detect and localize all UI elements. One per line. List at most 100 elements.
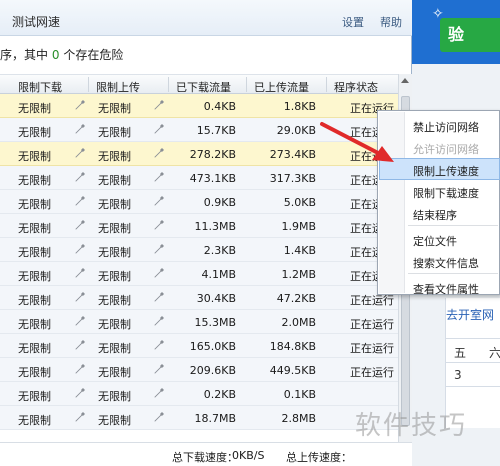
uploaded-cell: 2.8MB <box>281 412 316 425</box>
ul-limit-cell: 无限制 <box>98 366 131 379</box>
table-row[interactable]: 无限制 无限制 209.6KB 449.5KB 正在运行 <box>0 358 398 382</box>
column-header-ul-limit[interactable]: 限制上传 <box>96 79 140 95</box>
wrench-icon[interactable] <box>153 171 165 183</box>
wrench-icon[interactable] <box>153 291 165 303</box>
help-link[interactable]: 帮助 <box>380 14 402 30</box>
table-row[interactable]: 无限制 无限制 0.9KB 5.0KB 正在运行 <box>0 190 398 214</box>
context-menu-item[interactable]: 结束程序 <box>379 202 500 224</box>
table-row[interactable]: 无限制 无限制 2.3KB 1.4KB 正在运行 <box>0 238 398 262</box>
wrench-icon[interactable] <box>74 339 86 351</box>
uploaded-cell: 184.8KB <box>269 340 316 353</box>
wrench-icon[interactable] <box>74 171 86 183</box>
wrench-icon[interactable] <box>153 195 165 207</box>
column-header-downloaded[interactable]: 已下载流量 <box>176 79 231 95</box>
column-divider[interactable] <box>88 77 89 92</box>
status-cell: 正在运行 <box>350 366 394 379</box>
wrench-icon[interactable] <box>153 339 165 351</box>
annotation-arrow <box>320 122 394 162</box>
column-divider[interactable] <box>246 77 247 92</box>
wrench-icon[interactable] <box>153 411 165 423</box>
title-bar: 测试网速 设置 帮助 <box>0 0 412 36</box>
wrench-icon[interactable] <box>74 219 86 231</box>
wrench-icon[interactable] <box>153 387 165 399</box>
downloaded-cell: 2.3KB <box>203 244 236 257</box>
wrench-icon[interactable] <box>74 243 86 255</box>
dl-limit-cell: 无限制 <box>18 318 51 331</box>
dl-limit-cell: 无限制 <box>18 342 51 355</box>
uploaded-cell: 449.5KB <box>269 364 316 377</box>
grid-cell: 六 <box>489 346 500 360</box>
background-app-button[interactable]: 验 <box>440 18 500 52</box>
table-row[interactable]: 无限制 无限制 18.7MB 2.8MB <box>0 406 398 430</box>
downloaded-cell: 165.0KB <box>189 340 236 353</box>
downloaded-cell: 18.7MB <box>194 412 236 425</box>
ul-limit-cell: 无限制 <box>98 150 131 163</box>
downloaded-cell: 209.6KB <box>189 364 236 377</box>
table-row[interactable]: 无限制 无限制 11.3MB 1.9MB 正在运行 <box>0 214 398 238</box>
table-row[interactable]: 无限制 无限制 15.3MB 2.0MB 正在运行 <box>0 310 398 334</box>
table-row[interactable]: 无限制 无限制 473.1KB 317.3KB 正在运行 <box>0 166 398 190</box>
wrench-icon[interactable] <box>153 123 165 135</box>
ul-limit-cell: 无限制 <box>98 126 131 139</box>
ul-limit-cell: 无限制 <box>98 270 131 283</box>
wrench-icon[interactable] <box>153 147 165 159</box>
wrench-icon[interactable] <box>153 243 165 255</box>
dl-limit-cell: 无限制 <box>18 126 51 139</box>
wrench-icon[interactable] <box>74 147 86 159</box>
ul-limit-cell: 无限制 <box>98 414 131 427</box>
column-divider[interactable] <box>168 77 169 92</box>
wrench-icon[interactable] <box>74 315 86 327</box>
context-menu-item[interactable]: 限制下载速度 <box>379 180 500 202</box>
scroll-up-icon[interactable] <box>401 78 409 83</box>
background-app-link[interactable]: 去开室网 <box>446 306 494 323</box>
context-menu-item[interactable]: 定位文件 <box>379 228 500 250</box>
wrench-icon[interactable] <box>153 267 165 279</box>
wrench-icon[interactable] <box>153 315 165 327</box>
ul-limit-cell: 无限制 <box>98 246 131 259</box>
grid-cell: 3 <box>446 363 500 387</box>
downloaded-cell: 278.2KB <box>189 148 236 161</box>
column-divider[interactable] <box>326 77 327 92</box>
dl-limit-cell: 无限制 <box>18 102 51 115</box>
wrench-icon[interactable] <box>74 123 86 135</box>
danger-count: 0 <box>51 48 60 62</box>
table-row[interactable]: 无限制 无限制 30.4KB 47.2KB 正在运行 <box>0 286 398 310</box>
context-menu-item[interactable]: 查看文件属性 <box>379 276 500 298</box>
wrench-icon[interactable] <box>74 267 86 279</box>
wrench-icon[interactable] <box>153 219 165 231</box>
wrench-icon[interactable] <box>74 291 86 303</box>
table-row[interactable]: 无限制 无限制 0.4KB 1.8KB 正在运行 <box>0 94 398 118</box>
dl-limit-cell: 无限制 <box>18 414 51 427</box>
uploaded-cell: 1.9MB <box>281 220 316 233</box>
downloaded-cell: 0.9KB <box>203 196 236 209</box>
wrench-icon[interactable] <box>74 387 86 399</box>
wrench-icon[interactable] <box>153 99 165 111</box>
menu-separator <box>408 273 498 274</box>
watermark: 软件技巧 <box>355 411 468 441</box>
table-row[interactable]: 无限制 无限制 4.1MB 1.2MB 正在运行 <box>0 262 398 286</box>
net-speed-window: 测试网速 设置 帮助 序，其中 0 个存在危险 限制下载 限制上传 已下载流量 … <box>0 0 412 466</box>
status-cell: 正在运行 <box>350 342 394 355</box>
ul-limit-cell: 无限制 <box>98 174 131 187</box>
dl-limit-cell: 无限制 <box>18 246 51 259</box>
total-download-label: 总下载速度： <box>172 451 238 464</box>
wrench-icon[interactable] <box>74 99 86 111</box>
dl-limit-cell: 无限制 <box>18 366 51 379</box>
wrench-icon[interactable] <box>153 363 165 375</box>
window-title: 测试网速 <box>12 15 61 29</box>
table-row[interactable]: 无限制 无限制 165.0KB 184.8KB 正在运行 <box>0 334 398 358</box>
column-header-status[interactable]: 程序状态 <box>334 79 378 95</box>
table-row[interactable]: 无限制 无限制 0.2KB 0.1KB <box>0 382 398 406</box>
column-header-uploaded[interactable]: 已上传流量 <box>254 79 309 95</box>
settings-link[interactable]: 设置 <box>342 14 364 30</box>
wrench-icon[interactable] <box>74 363 86 375</box>
uploaded-cell: 317.3KB <box>269 172 316 185</box>
ul-limit-cell: 无限制 <box>98 198 131 211</box>
info-bar: 序，其中 0 个存在危险 <box>0 38 412 68</box>
wrench-icon[interactable] <box>74 195 86 207</box>
ul-limit-cell: 无限制 <box>98 390 131 403</box>
downloaded-cell: 0.4KB <box>203 100 236 113</box>
column-header-dl-limit[interactable]: 限制下载 <box>18 79 62 95</box>
context-menu-item[interactable]: 搜索文件信息 <box>379 250 500 272</box>
wrench-icon[interactable] <box>74 411 86 423</box>
